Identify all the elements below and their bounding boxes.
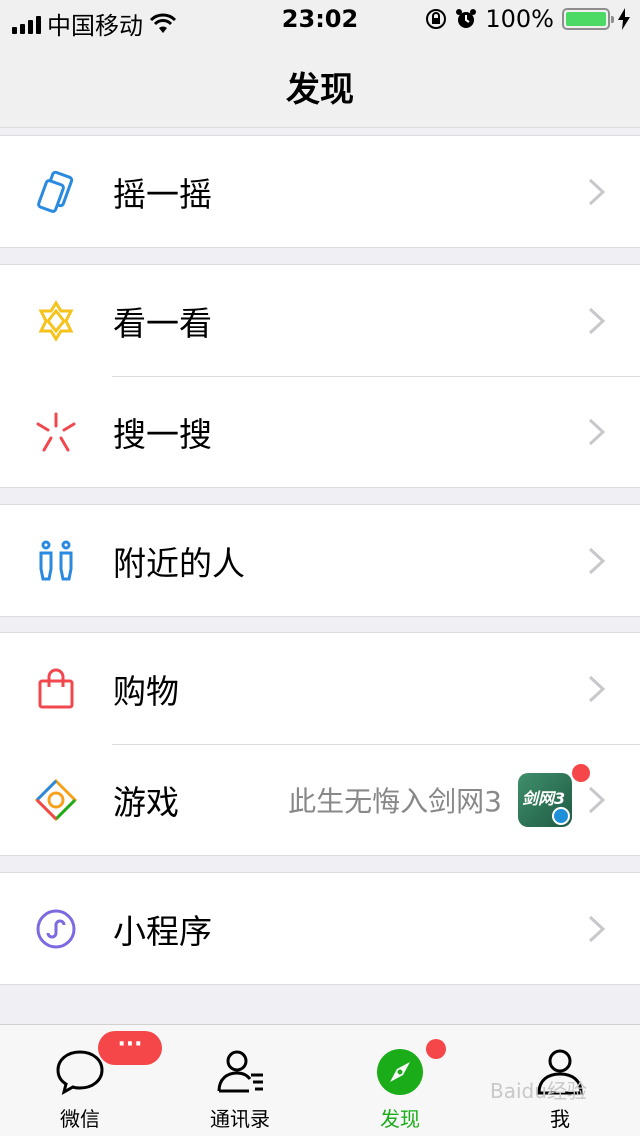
group-shopping-games: 购物 游戏 此生无悔入剑网3 剑网3 xyxy=(0,632,640,856)
chevron-right-icon xyxy=(588,915,606,942)
tab-discover[interactable]: 发现 xyxy=(320,1025,480,1136)
contacts-icon xyxy=(217,1050,263,1093)
cell-label: 附近的人 xyxy=(113,543,245,583)
alarm-icon xyxy=(456,9,477,28)
game-thumbnail-text: 剑网3 xyxy=(522,788,566,808)
group-mini-programs: 小程序 xyxy=(0,872,640,985)
group-shake: 摇一摇 xyxy=(0,135,640,248)
people-nearby-icon xyxy=(32,537,80,585)
tab-label: 微信 xyxy=(60,1107,100,1131)
tab-label: 发现 xyxy=(380,1107,420,1131)
status-right: 100% xyxy=(425,5,630,33)
chat-icon xyxy=(56,1050,104,1095)
cell-search[interactable]: 搜一搜 xyxy=(0,376,640,487)
chevron-right-icon xyxy=(588,178,606,205)
cell-label: 搜一搜 xyxy=(113,414,212,454)
chevron-right-icon xyxy=(588,786,606,813)
tab-contacts[interactable]: 通讯录 xyxy=(160,1025,320,1136)
tab-label: 通讯录 xyxy=(210,1107,270,1131)
chevron-right-icon xyxy=(588,675,606,702)
chevron-right-icon xyxy=(588,547,606,574)
mini-program-icon xyxy=(32,905,80,953)
unread-badge: ··· xyxy=(98,1031,162,1065)
game-thumbnail: 剑网3 xyxy=(518,772,572,827)
shake-icon xyxy=(32,168,80,216)
cell-shake[interactable]: 摇一摇 xyxy=(0,136,640,247)
game-promo-text: 此生无悔入剑网3 xyxy=(288,784,502,818)
cell-label: 看一看 xyxy=(113,303,212,343)
cell-label: 摇一摇 xyxy=(113,174,212,214)
new-badge-dot xyxy=(572,764,590,782)
chevron-right-icon xyxy=(588,307,606,334)
cell-label: 购物 xyxy=(113,671,179,711)
discover-badge-dot xyxy=(426,1039,446,1059)
baidu-watermark: Baidu经验 xyxy=(490,1079,587,1103)
cell-label: 游戏 xyxy=(113,782,179,822)
chevron-right-icon xyxy=(588,418,606,445)
discover-compass-icon xyxy=(377,1049,423,1095)
battery-icon xyxy=(562,8,614,30)
cell-top-stories[interactable]: 看一看 xyxy=(0,265,640,376)
shopping-bag-icon xyxy=(32,665,80,713)
charging-bolt-icon xyxy=(618,8,630,30)
games-icon xyxy=(32,776,80,824)
game-platform-icon xyxy=(552,806,570,825)
nav-bar: 发现 xyxy=(0,40,640,128)
cell-label: 小程序 xyxy=(113,911,212,951)
tab-chats[interactable]: ··· 微信 xyxy=(0,1025,162,1136)
rotation-lock-icon xyxy=(426,9,447,29)
top-stories-icon xyxy=(32,297,80,345)
battery-percent: 100% xyxy=(485,5,554,33)
cell-games[interactable]: 游戏 此生无悔入剑网3 剑网3 xyxy=(0,744,640,855)
search-flower-icon xyxy=(32,408,80,456)
cell-shopping[interactable]: 购物 xyxy=(0,633,640,744)
cell-mini-programs[interactable]: 小程序 xyxy=(0,873,640,984)
group-nearby: 附近的人 xyxy=(0,504,640,617)
cell-people-nearby[interactable]: 附近的人 xyxy=(0,505,640,616)
group-stories-search: 看一看 搜一搜 xyxy=(0,264,640,488)
page-title: 发现 xyxy=(286,70,354,110)
status-bar: 中国移动 23:02 100% xyxy=(0,0,640,40)
